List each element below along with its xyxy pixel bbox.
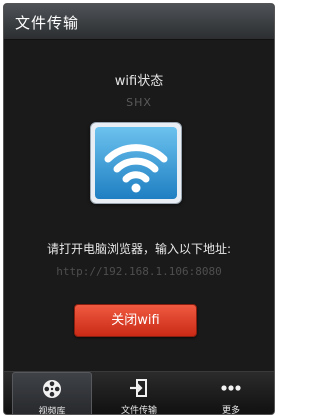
tab-label: 更多 [221,406,240,415]
instruction-text: 请打开电脑浏览器，输入以下地址: [46,242,232,256]
app-window: 文件传输 wifi状态 SHX 请打开电脑浏览器，输入以下地址: http://… [3,3,275,415]
wifi-status-label: wifi状态 [114,74,164,89]
tab-video-library[interactable]: 视频库 [12,372,92,415]
title-bar: 文件传输 [4,4,274,40]
ssid-label: SHX [126,96,152,109]
film-reel-icon [42,379,62,402]
more-dots-icon [220,378,242,401]
tab-label: 文件传输 [120,406,157,415]
close-wifi-button[interactable]: 关闭wifi [74,304,197,337]
bottom-tab-bar: 视频库 文件传输 更多 [4,371,274,415]
file-transfer-icon [129,378,149,401]
tab-label: 视频库 [38,407,66,415]
tab-more[interactable]: 更多 [192,372,270,415]
wifi-tile [90,122,182,204]
server-address: http://192.168.1.106:8080 [56,265,222,278]
page-title: 文件传输 [15,14,80,32]
wifi-icon [95,127,177,199]
tab-file-transfer[interactable]: 文件传输 [100,372,178,415]
